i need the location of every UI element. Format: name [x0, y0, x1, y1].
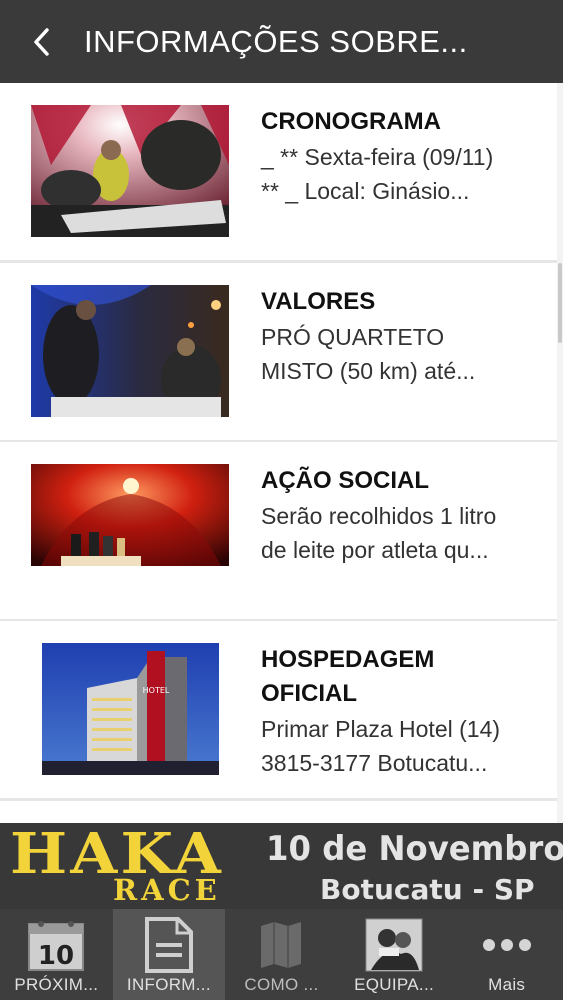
tab-proximos[interactable]: 10 PRÓXIM... [0, 909, 113, 1000]
valores-thumbnail [31, 285, 229, 417]
hotel-thumbnail: HOTEL [42, 643, 219, 775]
cronograma-thumbnail [31, 105, 229, 237]
item-title: CRONOGRAMA [261, 108, 441, 135]
tab-informacoes[interactable]: INFORM... [112, 909, 226, 1000]
team-photo-icon [365, 917, 423, 973]
tab-label: INFORM... [126, 975, 211, 994]
item-description-line: PRÓ QUARTETO [261, 324, 445, 350]
calendar-icon: 10 [27, 917, 85, 973]
page-title: INFORMAÇÕES SOBRE... [84, 23, 468, 59]
info-list[interactable]: CRONOGRAMA _ ** Sexta-feira (09/11) ** _… [0, 83, 557, 823]
list-item-hospedagem-oficial[interactable]: HOTEL HOSPEDAGEM OFICIAL Primar Plaza Ho… [0, 621, 557, 798]
item-title-line: OFICIAL [261, 680, 357, 707]
list-item-partial[interactable] [0, 801, 557, 823]
bottom-tab-bar: 10 PRÓXIM... INFORM... COMO ... EQUIPA..… [0, 909, 563, 1000]
item-description-line: _ ** Sexta-feira (09/11) [261, 144, 494, 170]
item-title: AÇÃO SOCIAL [261, 467, 429, 494]
calendar-day: 10 [38, 941, 74, 971]
tab-mais[interactable]: Mais [450, 909, 563, 1000]
item-title: VALORES [261, 288, 376, 315]
list-item-acao-social[interactable]: AÇÃO SOCIAL Serão recolhidos 1 litro de … [0, 442, 557, 619]
list-item-cronograma[interactable]: CRONOGRAMA _ ** Sexta-feira (09/11) ** _… [0, 83, 557, 260]
tab-label: Mais [488, 975, 526, 994]
scroll-thumb[interactable] [558, 263, 562, 343]
banner-city: Botucatu - SP [320, 873, 535, 906]
item-description-line: 3815-3177 Botucatu... [261, 750, 488, 776]
item-description-line: MISTO (50 km) até... [261, 358, 476, 384]
item-description-line: ** _ Local: Ginásio... [261, 178, 470, 204]
document-icon [144, 917, 194, 973]
item-description-line: Serão recolhidos 1 litro [261, 503, 497, 529]
tab-label: PRÓXIM... [14, 975, 99, 994]
banner-brand-race: RACE [113, 873, 221, 907]
tab-equipas[interactable]: EQUIPA... [338, 909, 451, 1000]
tab-label: COMO ... [244, 975, 319, 994]
list-scrollbar[interactable] [557, 83, 563, 823]
more-dots-icon [482, 917, 532, 973]
chevron-left-icon [34, 27, 49, 56]
hotel-sign-text: HOTEL [143, 686, 170, 695]
map-icon [259, 917, 303, 973]
acao-social-thumbnail [31, 464, 229, 566]
item-title-line: HOSPEDAGEM [261, 646, 435, 673]
event-banner[interactable]: HAKA RACE 10 de Novembro Botucatu - SP [0, 823, 563, 909]
tab-label: EQUIPA... [354, 975, 434, 994]
item-description-line: de leite por atleta qu... [261, 537, 489, 563]
banner-date: 10 de Novembro [266, 829, 563, 869]
list-item-valores[interactable]: VALORES PRÓ QUARTETO MISTO (50 km) até..… [0, 263, 557, 440]
header-bar: INFORMAÇÕES SOBRE... [0, 0, 563, 83]
back-button[interactable] [0, 0, 84, 83]
tab-como-chegar[interactable]: COMO ... [225, 909, 338, 1000]
item-description-line: Primar Plaza Hotel (14) [261, 716, 501, 742]
